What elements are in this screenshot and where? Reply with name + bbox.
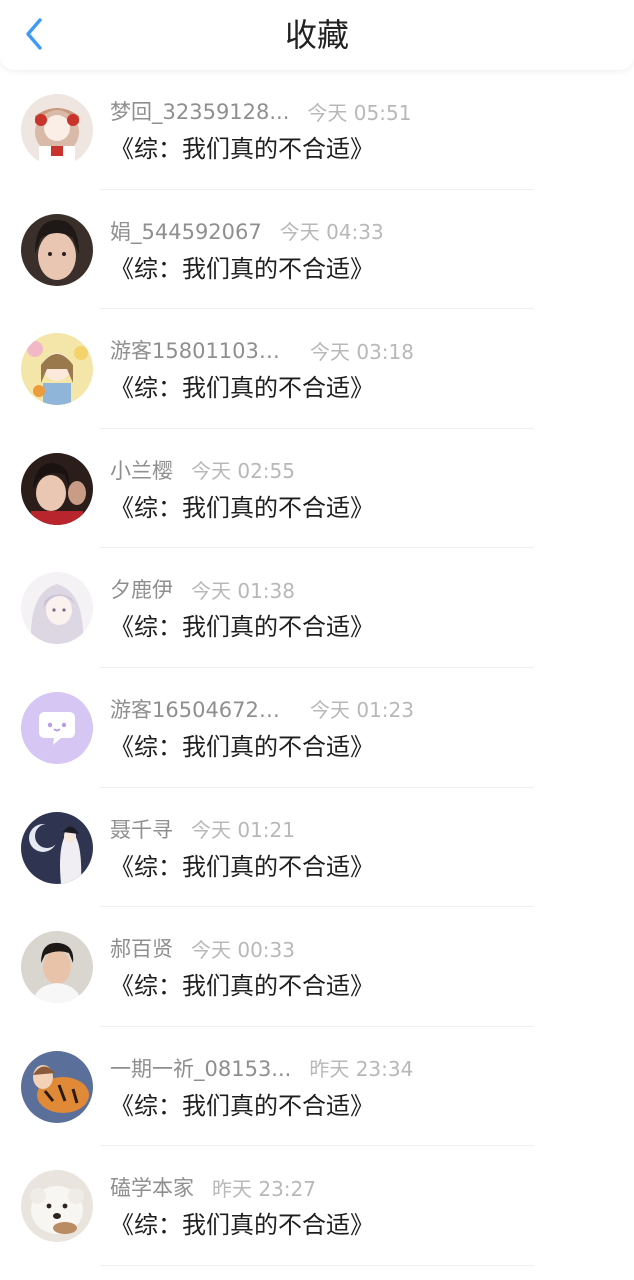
timestamp: 今天 02:55 <box>191 459 295 484</box>
chat-bubble-icon <box>21 691 93 764</box>
timestamp: 今天 01:23 <box>310 698 414 723</box>
list-item[interactable]: 游客165046723... 今天 01:23 《综：我们真的不合适》 <box>0 668 634 788</box>
work-title[interactable]: 《综：我们真的不合适》 <box>110 252 374 286</box>
username[interactable]: 聂千寻 <box>110 814 173 844</box>
username[interactable]: 娟_544592067 <box>110 216 262 246</box>
list-item[interactable]: 游客158011035... 今天 03:18 《综：我们真的不合适》 <box>0 309 634 429</box>
timestamp: 今天 05:51 <box>307 100 412 125</box>
username[interactable]: 游客165046723... <box>110 694 292 724</box>
work-title[interactable]: 《综：我们真的不合适》 <box>110 969 374 1003</box>
timestamp: 昨天 23:34 <box>309 1057 414 1082</box>
work-title[interactable]: 《综：我们真的不合适》 <box>110 730 374 764</box>
username[interactable]: 小兰樱 <box>110 455 173 485</box>
item-meta: 郝百贤 今天 00:33 <box>110 933 295 963</box>
list-item[interactable]: 梦回_32359128... 今天 05:51 《综：我们真的不合适》 <box>0 70 634 190</box>
list-item[interactable]: 小兰樱 今天 02:55 《综：我们真的不合适》 <box>0 429 634 549</box>
avatar[interactable] <box>21 94 93 166</box>
page-title: 收藏 <box>284 16 349 54</box>
item-meta: 聂千寻 今天 01:21 <box>110 814 295 844</box>
item-meta: 一期一祈_08153... 昨天 23:34 <box>110 1053 413 1083</box>
avatar[interactable] <box>21 691 93 764</box>
username[interactable]: 梦回_32359128... <box>110 96 289 126</box>
item-meta: 游客165046723... 今天 01:23 <box>110 694 414 724</box>
list-item[interactable]: 聂千寻 今天 01:21 《综：我们真的不合适》 <box>0 788 634 908</box>
item-meta: 小兰樱 今天 02:55 <box>110 455 295 485</box>
item-meta: 娟_544592067 今天 04:33 <box>110 216 384 246</box>
favorites-list: 梦回_32359128... 今天 05:51 《综：我们真的不合适》 娟_54… <box>0 70 634 1266</box>
work-title[interactable]: 《综：我们真的不合适》 <box>110 1089 374 1123</box>
top-bar: 收藏 <box>0 0 634 70</box>
work-title[interactable]: 《综：我们真的不合适》 <box>110 371 374 405</box>
list-item[interactable]: 娟_544592067 今天 04:33 《综：我们真的不合适》 <box>0 190 634 310</box>
avatar[interactable] <box>21 1050 93 1123</box>
item-meta: 游客158011035... 今天 03:18 <box>110 335 414 365</box>
timestamp: 今天 03:18 <box>310 339 414 364</box>
timestamp: 今天 01:21 <box>191 818 295 843</box>
divider <box>100 1264 534 1266</box>
item-meta: 夕鹿伊 今天 01:38 <box>110 574 295 604</box>
work-title[interactable]: 《综：我们真的不合适》 <box>110 610 374 644</box>
item-meta: 梦回_32359128... 今天 05:51 <box>110 96 411 126</box>
avatar[interactable] <box>21 811 93 884</box>
username[interactable]: 夕鹿伊 <box>110 574 173 604</box>
work-title[interactable]: 《综：我们真的不合适》 <box>110 491 374 525</box>
work-title[interactable]: 《综：我们真的不合适》 <box>110 1208 374 1242</box>
list-item[interactable]: 磕学本家 昨天 23:27 《综：我们真的不合适》 <box>0 1146 634 1266</box>
timestamp: 今天 01:38 <box>191 578 295 603</box>
username[interactable]: 一期一祈_08153... <box>110 1053 291 1083</box>
avatar[interactable] <box>21 213 93 286</box>
item-meta: 磕学本家 昨天 23:27 <box>110 1172 316 1202</box>
avatar[interactable] <box>21 931 93 1004</box>
work-title[interactable]: 《综：我们真的不合适》 <box>110 132 374 166</box>
avatar[interactable] <box>21 1170 93 1243</box>
timestamp: 今天 00:33 <box>191 937 295 962</box>
username[interactable]: 游客158011035... <box>110 335 292 365</box>
timestamp: 昨天 23:27 <box>212 1176 316 1201</box>
avatar[interactable] <box>21 333 93 406</box>
list-item[interactable]: 一期一祈_08153... 昨天 23:34 《综：我们真的不合适》 <box>0 1027 634 1147</box>
list-item[interactable]: 夕鹿伊 今天 01:38 《综：我们真的不合适》 <box>0 548 634 668</box>
username[interactable]: 郝百贤 <box>110 933 173 963</box>
work-title[interactable]: 《综：我们真的不合适》 <box>110 850 374 884</box>
username[interactable]: 磕学本家 <box>110 1172 194 1202</box>
avatar[interactable] <box>21 572 93 645</box>
avatar[interactable] <box>21 452 93 525</box>
list-item[interactable]: 郝百贤 今天 00:33 《综：我们真的不合适》 <box>0 907 634 1027</box>
timestamp: 今天 04:33 <box>279 220 384 245</box>
